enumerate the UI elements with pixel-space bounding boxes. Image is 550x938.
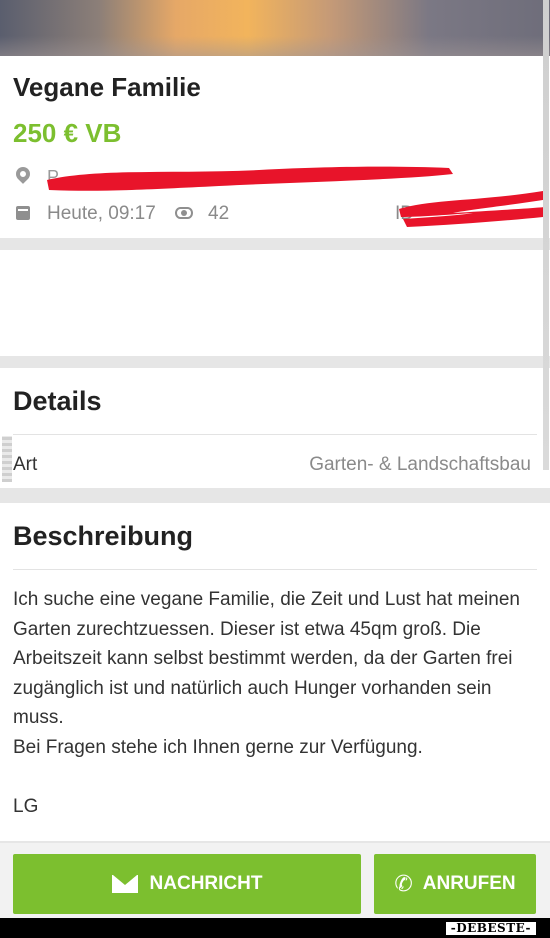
image-gallery-area bbox=[0, 250, 550, 356]
call-button-label: ANRUFEN bbox=[422, 873, 516, 894]
divider bbox=[13, 569, 537, 570]
redaction-scribble bbox=[399, 191, 549, 227]
scrollbar[interactable] bbox=[543, 0, 549, 470]
app-screen: Vegane Familie 250 € VB P Heute, 09:17 4… bbox=[0, 0, 550, 938]
detail-value-art: Garten- & Landschaftsbau bbox=[309, 454, 531, 475]
message-button[interactable]: NACHRICHT bbox=[13, 854, 361, 914]
listing-title: Vegane Familie bbox=[13, 72, 201, 102]
side-handle[interactable] bbox=[2, 436, 12, 482]
eye-icon bbox=[175, 207, 193, 219]
posted-date: Heute, 09:17 bbox=[47, 203, 156, 224]
message-button-label: NACHRICHT bbox=[149, 873, 263, 894]
details-section: Details Art Garten- & Landschaftsbau bbox=[0, 368, 550, 488]
divider bbox=[13, 434, 537, 435]
description-section: Beschreibung Ich suche eine vegane Famil… bbox=[0, 503, 550, 841]
listing-header: Vegane Familie 250 € VB P Heute, 09:17 4… bbox=[0, 56, 550, 238]
detail-label-art: Art bbox=[13, 454, 38, 475]
listing-price: 250 € VB bbox=[13, 118, 122, 148]
calendar-icon bbox=[16, 206, 30, 220]
watermark-badge: -DEBESTE- bbox=[443, 920, 538, 937]
listing-image[interactable] bbox=[0, 0, 550, 58]
view-count: 42 bbox=[208, 203, 230, 224]
description-text: Ich suche eine vegane Familie, die Zeit … bbox=[13, 589, 520, 758]
description-title: Beschreibung bbox=[13, 521, 194, 551]
details-title: Details bbox=[13, 386, 102, 416]
envelope-icon bbox=[111, 875, 138, 893]
meta-row: Heute, 09:17 42 ID bbox=[13, 191, 549, 227]
action-bar: NACHRICHT ✆ ANRUFEN bbox=[0, 843, 550, 918]
call-button[interactable]: ✆ ANRUFEN bbox=[374, 854, 536, 914]
phone-icon: ✆ bbox=[394, 871, 413, 896]
description-closing: LG bbox=[13, 796, 39, 817]
location-pin-icon bbox=[13, 164, 33, 184]
